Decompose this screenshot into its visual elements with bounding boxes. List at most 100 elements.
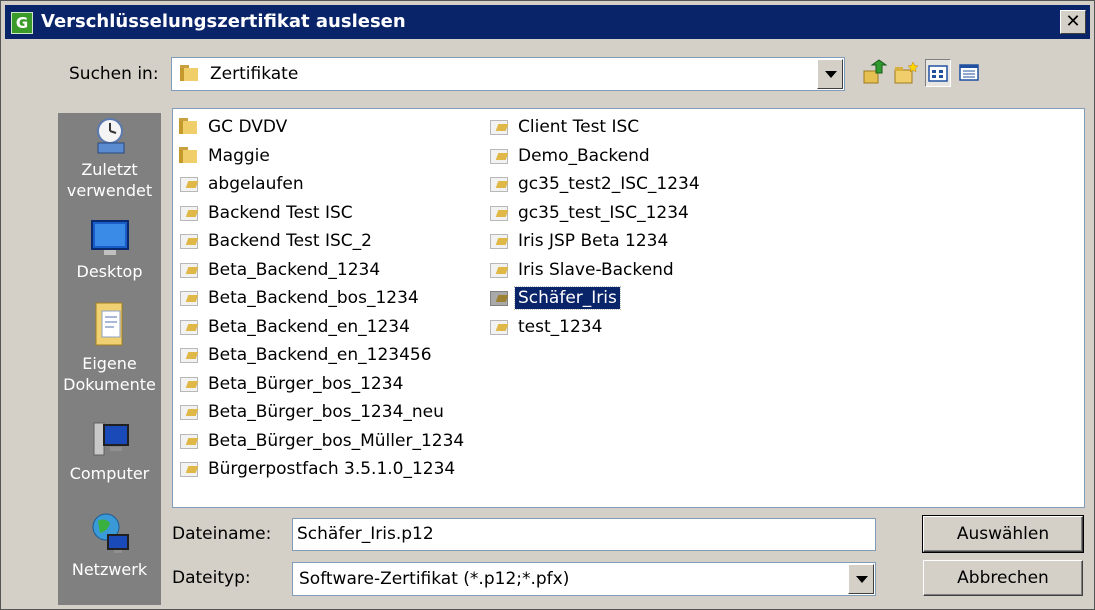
computer-icon [93,422,129,456]
lookin-value: Zertifikate [210,64,299,84]
folder-icon [180,65,198,81]
file-item[interactable]: Backend Test ISC_2 [179,227,467,256]
folder-item[interactable]: Maggie [179,142,467,171]
certificate-icon [179,403,199,421]
file-name: abgelaufen [208,174,304,195]
certificate-icon [179,204,199,222]
close-button[interactable]: ✕ [1060,10,1086,34]
certificate-icon [489,289,509,307]
file-item[interactable]: Schäfer_Iris [489,284,703,313]
file-item[interactable]: Beta_Backend_bos_1234 [179,284,467,313]
file-name: test_1234 [518,316,603,337]
certificate-icon [179,232,199,250]
details-view-button[interactable] [957,59,983,87]
file-item[interactable]: gc35_test_ISC_1234 [489,199,703,228]
file-name: Beta_Backend_bos_1234 [208,288,419,309]
dialog-title: Verschlüsselungszertifikat auslesen [41,11,406,32]
file-name: Beta_Backend_en_123456 [208,345,432,366]
file-item[interactable]: Client Test ISC [489,113,703,142]
file-item[interactable]: gc35_test2_ISC_1234 [489,170,703,199]
network-icon [92,513,129,553]
filetype-label: Dateityp: [172,568,251,588]
certificate-icon [179,346,199,364]
file-name: Backend Test ISC_2 [208,231,372,252]
certificate-icon [489,261,509,279]
place-desktop[interactable]: Desktop [58,219,161,299]
certificate-icon [489,232,509,250]
file-name: Backend Test ISC [208,202,353,223]
place-label-network: Netzwerk [71,560,148,579]
folder-icon [179,118,199,136]
file-name: Iris JSP Beta 1234 [518,231,669,252]
place-recent[interactable]: Zuletzt verwendet [58,113,161,211]
list-view-button[interactable] [925,59,951,87]
file-name: Bürgerpostfach 3.5.1.0_1234 [208,459,456,480]
new-folder-icon [894,61,919,84]
place-label-desktop: Desktop [76,262,143,281]
filename-field[interactable] [292,518,876,551]
file-item[interactable]: Beta_Backend_en_1234 [179,313,467,342]
certificate-icon [179,261,199,279]
file-name: Demo_Backend [518,145,650,166]
file-item[interactable]: Demo_Backend [489,142,703,171]
certificate-icon [179,289,199,307]
select-button[interactable]: Auswählen [922,515,1084,553]
place-computer[interactable]: Computer [58,421,161,503]
folder-icon [179,146,199,165]
lookin-label: Suchen in: [69,64,159,84]
lookin-dropdown[interactable]: Zertifikate [171,57,845,91]
chevron-down-icon[interactable] [817,59,843,89]
certificate-icon [179,460,199,478]
file-name: Beta_Bürger_bos_1234 [208,373,404,394]
file-name: gc35_test_ISC_1234 [518,202,689,223]
certificate-icon [179,175,199,193]
title-bar[interactable]: G Verschlüsselungszertifikat auslesen ✕ [5,5,1090,39]
file-item[interactable]: Backend Test ISC [179,199,467,228]
certificate-icon [489,118,509,136]
file-name: Iris Slave-Backend [518,259,674,280]
file-column-2: Client Test ISC Demo_Backend gc35_test2_IS… [489,113,703,341]
details-view-icon [959,64,979,81]
place-network[interactable]: Netzwerk [58,511,161,601]
file-item[interactable]: Bürgerpostfach 3.5.1.0_1234 [179,455,467,484]
file-name: Schäfer_Iris [514,286,621,311]
file-name: Client Test ISC [518,117,640,138]
file-list[interactable]: GC DVDV Maggie abgelaufen Backend Test ISC B… [172,108,1085,508]
folder-item[interactable]: GC DVDV [179,113,467,142]
file-item[interactable]: test_1234 [489,313,703,342]
up-one-level-button[interactable] [861,59,888,87]
file-item[interactable]: Beta_Bürger_bos_Müller_1234 [179,427,467,456]
file-name: gc35_test2_ISC_1234 [518,174,700,195]
chevron-down-icon[interactable] [848,564,874,594]
file-column-1: GC DVDV Maggie abgelaufen Backend Test ISC B… [179,113,467,484]
file-item[interactable]: Iris Slave-Backend [489,256,703,285]
place-label-computer: Computer [69,464,150,483]
file-item[interactable]: Beta_Backend_en_123456 [179,341,467,370]
certificate-icon [489,147,509,165]
list-view-icon [928,65,948,82]
up-one-level-icon [863,59,888,84]
new-folder-button[interactable] [893,59,919,87]
certificate-icon [489,318,509,336]
certificate-icon [179,432,199,450]
filetype-value: Software-Zertifikat (*.p12;*.pfx) [299,569,570,589]
file-name: Beta_Backend_1234 [208,259,381,280]
file-name: Beta_Backend_en_1234 [208,316,410,337]
cancel-button[interactable]: Abbrechen [923,560,1083,596]
certificate-icon [179,318,199,336]
place-label-documents: Eigene Dokumente [63,354,156,394]
file-item[interactable]: Beta_Backend_1234 [179,256,467,285]
app-icon: G [11,12,33,34]
place-documents[interactable]: Eigene Dokumente [58,301,161,405]
filetype-dropdown[interactable]: Software-Zertifikat (*.p12;*.pfx) [292,562,876,596]
file-item[interactable]: Beta_Bürger_bos_1234 [179,370,467,399]
desktop-icon [90,220,129,255]
filename-input[interactable] [297,524,867,544]
places-bar: Zuletzt verwendet Desktop Eigene Dokumen… [58,113,161,605]
certificate-icon [489,204,509,222]
file-item[interactable]: abgelaufen [179,170,467,199]
file-name: Maggie [208,145,270,166]
certificate-icon [179,375,199,393]
file-item[interactable]: Beta_Bürger_bos_1234_neu [179,398,467,427]
file-item[interactable]: Iris JSP Beta 1234 [489,227,703,256]
